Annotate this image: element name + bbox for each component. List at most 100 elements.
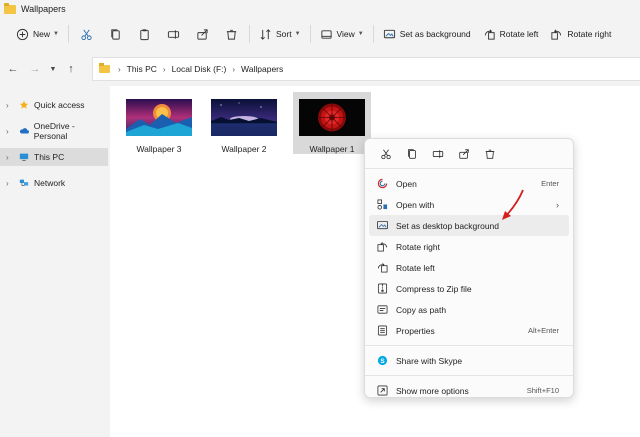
sidebar-item-network[interactable]: › Network <box>0 174 110 192</box>
menu-item-open-with[interactable]: Open with › <box>369 194 569 215</box>
sidebar-item-this-pc[interactable]: › This PC <box>0 148 108 166</box>
address-bar[interactable]: › This PC › Local Disk (F:) › Wallpapers <box>92 57 640 81</box>
context-rename-button[interactable] <box>425 148 451 160</box>
star-icon <box>19 100 29 109</box>
sidebar-item-label: OneDrive - Personal <box>33 121 75 141</box>
menu-item-open[interactable]: Open Enter <box>369 173 569 194</box>
copy-button[interactable] <box>101 22 130 46</box>
context-cut-button[interactable] <box>373 148 399 160</box>
cloud-icon <box>19 128 29 134</box>
menu-item-copy-as-path[interactable]: Copy as path <box>369 299 569 320</box>
context-delete-button[interactable] <box>477 148 503 160</box>
breadcrumb-wallpapers[interactable]: Wallpapers <box>241 64 283 74</box>
clipboard-icon <box>140 28 149 40</box>
desktop-background-icon <box>383 29 395 38</box>
sort-label: Sort <box>275 29 292 39</box>
chevron-right-icon[interactable]: › <box>6 153 18 162</box>
share-icon <box>197 28 208 40</box>
sort-icon <box>260 28 271 40</box>
context-copy-button[interactable] <box>399 148 425 160</box>
copy-icon <box>408 148 416 159</box>
sidebar-item-label: Quick access <box>34 100 85 110</box>
toolbar-divider <box>248 25 250 43</box>
copy-path-icon <box>377 305 388 314</box>
menu-item-compress-zip[interactable]: Compress to Zip file <box>369 278 569 299</box>
shortcut-text: Enter <box>541 179 559 188</box>
toolbar-divider <box>67 25 69 43</box>
navigation-row: ← → ▼ ↑ › This PC › Local Disk (F:) › Wa… <box>0 55 640 83</box>
chevron-right-icon: › <box>232 64 236 74</box>
chevron-right-icon[interactable]: › <box>6 127 18 136</box>
file-item-wallpaper-1[interactable]: Wallpaper 1 <box>293 92 371 154</box>
cut-button[interactable] <box>72 22 101 46</box>
file-name: Wallpaper 2 <box>221 144 267 154</box>
chevron-right-icon: › <box>556 199 559 210</box>
trash-icon <box>226 29 237 40</box>
rotate-left-label: Rotate left <box>499 29 539 39</box>
rotate-left-button[interactable]: Rotate left <box>477 22 545 46</box>
menu-item-label: Rotate right <box>396 241 440 252</box>
delete-button[interactable] <box>217 22 246 46</box>
svg-text:S: S <box>380 358 385 365</box>
back-button[interactable]: ← <box>2 63 24 75</box>
menu-divider <box>365 375 573 376</box>
forward-button[interactable]: → <box>24 63 46 75</box>
desktop-background-icon <box>377 220 388 230</box>
copy-icon <box>111 28 120 40</box>
rotate-right-icon <box>377 242 388 252</box>
new-label: New <box>33 29 51 39</box>
toolbar-divider <box>309 25 311 43</box>
menu-item-label: Show more options <box>396 385 469 396</box>
breadcrumb-this-pc[interactable]: This PC <box>127 64 157 74</box>
scissors-icon <box>81 29 92 40</box>
rename-icon <box>167 29 180 39</box>
rotate-right-button[interactable]: Rotate right <box>544 22 617 46</box>
context-menu: Open Enter Open with › Set as desktop ba… <box>364 138 574 398</box>
shortcut-text: Alt+Enter <box>527 326 559 335</box>
new-button[interactable]: New ▼ <box>10 22 65 46</box>
chevron-right-icon[interactable]: › <box>6 179 18 188</box>
set-as-background-label: Set as background <box>399 29 471 39</box>
more-options-icon <box>377 385 388 396</box>
breadcrumb-local-disk[interactable]: Local Disk (F:) <box>172 64 227 74</box>
zip-icon <box>377 283 388 294</box>
menu-item-show-more-options[interactable]: Show more options Shift+F10 <box>369 380 569 401</box>
chevron-right-icon: › <box>118 64 121 74</box>
menu-item-label: Compress to Zip file <box>396 283 472 294</box>
sidebar-item-onedrive[interactable]: › OneDrive - Personal <box>0 121 110 141</box>
paste-button[interactable] <box>130 22 159 46</box>
command-bar: New ▼ Sort ▼ View ▼ Set as background Ro… <box>0 19 640 49</box>
menu-item-label: Rotate left <box>396 262 435 273</box>
annotation-arrow-icon <box>502 189 524 220</box>
network-icon <box>19 179 29 186</box>
recent-locations-button[interactable]: ▼ <box>46 66 60 73</box>
rename-button[interactable] <box>159 22 188 46</box>
context-share-button[interactable] <box>451 148 477 160</box>
sort-button[interactable]: Sort ▼ <box>253 22 307 46</box>
trash-icon <box>485 149 495 159</box>
file-item-wallpaper-3[interactable]: Wallpaper 3 <box>122 99 196 154</box>
view-label: View <box>336 29 355 39</box>
share-button[interactable] <box>188 22 217 46</box>
menu-item-properties[interactable]: Properties Alt+Enter <box>369 320 569 341</box>
set-as-background-button[interactable]: Set as background <box>377 22 477 46</box>
wallpaper-thumbnail <box>299 99 365 136</box>
menu-item-label: Properties <box>396 325 435 336</box>
chevron-right-icon[interactable]: › <box>6 101 18 110</box>
plus-circle-icon <box>16 28 29 40</box>
sidebar-item-quick-access[interactable]: › Quick access <box>0 96 110 114</box>
view-button[interactable]: View ▼ <box>314 22 370 46</box>
chevron-down-icon: ▼ <box>357 31 364 37</box>
file-name: Wallpaper 1 <box>309 144 355 154</box>
shortcut-text: Shift+F10 <box>526 386 559 395</box>
menu-item-rotate-left[interactable]: Rotate left <box>369 257 569 278</box>
menu-item-share-with-skype[interactable]: S Share with Skype <box>369 350 569 371</box>
up-button[interactable]: ↑ <box>60 63 82 75</box>
file-item-wallpaper-2[interactable]: Wallpaper 2 <box>207 99 281 154</box>
menu-item-set-as-desktop-background[interactable]: Set as desktop background <box>369 215 569 236</box>
title-bar: Wallpapers <box>0 0 640 18</box>
monitor-icon <box>19 153 29 161</box>
window-title: Wallpapers <box>21 4 66 14</box>
menu-item-rotate-right[interactable]: Rotate right <box>369 236 569 257</box>
sidebar-item-label: Network <box>34 178 66 188</box>
